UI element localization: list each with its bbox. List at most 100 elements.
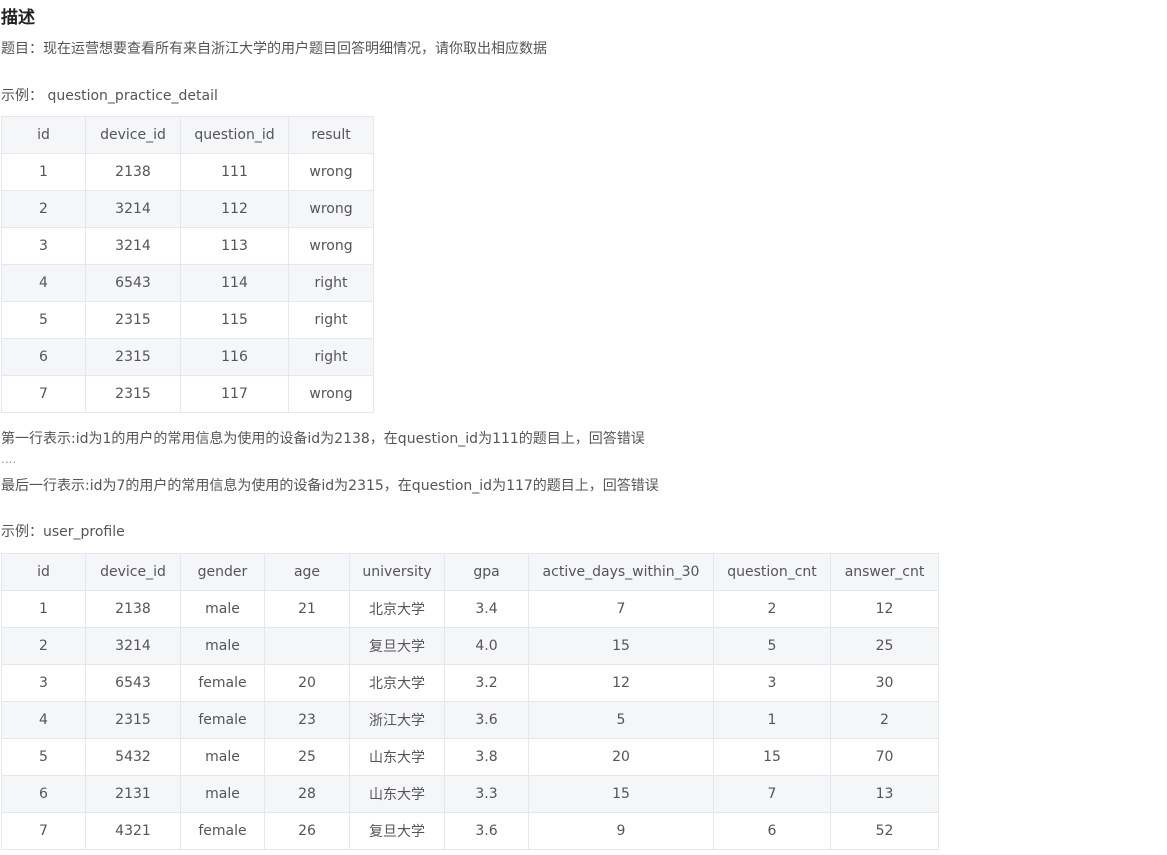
table-cell: 7 xyxy=(1,812,86,850)
table-cell: male xyxy=(180,627,265,665)
table-cell: male xyxy=(180,590,265,628)
table-cell: wrong xyxy=(288,375,374,413)
note-ellipsis: .... xyxy=(1,452,17,466)
table-row: 6 2315 116 right xyxy=(1,338,374,376)
table-cell: 112 xyxy=(180,190,289,228)
table-cell: 3 xyxy=(713,664,831,702)
user-profile-table: id device_id gender age university gpa a… xyxy=(1,553,939,850)
column-header: active_days_within_30 xyxy=(528,553,714,591)
table-row: 7 4321 female 26 复旦大学 3.6 9 6 52 xyxy=(1,812,939,850)
table-cell: 9 xyxy=(528,812,714,850)
table-cell: 20 xyxy=(528,738,714,776)
table-cell: 2 xyxy=(830,701,939,739)
table-cell: 5 xyxy=(1,738,86,776)
column-header: question_cnt xyxy=(713,553,831,591)
table-cell: 4.0 xyxy=(444,627,529,665)
table-cell: 7 xyxy=(713,775,831,813)
table-cell: 5 xyxy=(1,301,86,339)
table-cell: 20 xyxy=(264,664,350,702)
table-cell: wrong xyxy=(288,190,374,228)
table-cell: 复旦大学 xyxy=(349,627,445,665)
table-cell: 26 xyxy=(264,812,350,850)
table-row: 1 2138 male 21 北京大学 3.4 7 2 12 xyxy=(1,590,939,628)
table-cell: 北京大学 xyxy=(349,590,445,628)
table-cell: female xyxy=(180,812,265,850)
table-row: 4 6543 114 right xyxy=(1,264,374,302)
table-row: 4 2315 female 23 浙江大学 3.6 5 1 2 xyxy=(1,701,939,739)
table-cell: 2315 xyxy=(85,375,181,413)
table-cell: 70 xyxy=(830,738,939,776)
table-cell: 2 xyxy=(1,627,86,665)
table-cell: 4321 xyxy=(85,812,181,850)
table-header-row: id device_id question_id result xyxy=(1,116,374,154)
table-cell: 2138 xyxy=(85,153,181,191)
column-header: device_id xyxy=(85,116,181,154)
column-header: age xyxy=(264,553,350,591)
table-cell: 12 xyxy=(830,590,939,628)
table-cell: 3.6 xyxy=(444,701,529,739)
table-cell: 3 xyxy=(1,664,86,702)
table-cell: 5 xyxy=(713,627,831,665)
table-cell: 5 xyxy=(528,701,714,739)
table-cell: 3.3 xyxy=(444,775,529,813)
table-cell: 2 xyxy=(1,190,86,228)
table-row: 5 5432 male 25 山东大学 3.8 20 15 70 xyxy=(1,738,939,776)
example-label-question-practice-detail: 示例： question_practice_detail xyxy=(1,88,218,104)
table-cell: 6543 xyxy=(85,264,181,302)
note-last-row: 最后一行表示:id为7的用户的常用信息为使用的设备id为2315，在questi… xyxy=(1,478,659,494)
table-cell: 28 xyxy=(264,775,350,813)
table-cell: 2 xyxy=(713,590,831,628)
table-cell: 113 xyxy=(180,227,289,265)
column-header: gender xyxy=(180,553,265,591)
table-cell xyxy=(264,627,350,665)
table-cell: 12 xyxy=(528,664,714,702)
table-cell: 21 xyxy=(264,590,350,628)
table-cell: 2315 xyxy=(85,301,181,339)
table-cell: right xyxy=(288,264,374,302)
table-cell: 25 xyxy=(830,627,939,665)
table-cell: 23 xyxy=(264,701,350,739)
table-row: 7 2315 117 wrong xyxy=(1,375,374,413)
table-row: 3 3214 113 wrong xyxy=(1,227,374,265)
table-cell: 3.2 xyxy=(444,664,529,702)
table-row: 1 2138 111 wrong xyxy=(1,153,374,191)
table-cell: 3.4 xyxy=(444,590,529,628)
column-header: device_id xyxy=(85,553,181,591)
table-cell: 山东大学 xyxy=(349,775,445,813)
table-cell: 3214 xyxy=(85,190,181,228)
table-cell: 115 xyxy=(180,301,289,339)
table-cell: 4 xyxy=(1,701,86,739)
table-cell: 30 xyxy=(830,664,939,702)
table-cell: 2131 xyxy=(85,775,181,813)
table-cell: wrong xyxy=(288,153,374,191)
column-header: answer_cnt xyxy=(830,553,939,591)
table-cell: 山东大学 xyxy=(349,738,445,776)
column-header: id xyxy=(1,116,86,154)
table-cell: wrong xyxy=(288,227,374,265)
table-cell: 13 xyxy=(830,775,939,813)
table-cell: female xyxy=(180,664,265,702)
question-practice-detail-table: id device_id question_id result 1 2138 1… xyxy=(1,116,374,413)
table-cell: 116 xyxy=(180,338,289,376)
table-cell: 3.8 xyxy=(444,738,529,776)
table-cell: 6 xyxy=(713,812,831,850)
column-header: gpa xyxy=(444,553,529,591)
table-row: 6 2131 male 28 山东大学 3.3 15 7 13 xyxy=(1,775,939,813)
table-cell: male xyxy=(180,738,265,776)
column-header: question_id xyxy=(180,116,289,154)
table-cell: right xyxy=(288,338,374,376)
table-cell: 1 xyxy=(1,153,86,191)
table-cell: 北京大学 xyxy=(349,664,445,702)
note-first-row: 第一行表示:id为1的用户的常用信息为使用的设备id为2138，在questio… xyxy=(1,431,645,447)
table-cell: 3214 xyxy=(85,227,181,265)
table-cell: 15 xyxy=(528,775,714,813)
page-title: 描述 xyxy=(1,8,35,28)
table-cell: 6543 xyxy=(85,664,181,702)
column-header: result xyxy=(288,116,374,154)
column-header: university xyxy=(349,553,445,591)
table-row: 5 2315 115 right xyxy=(1,301,374,339)
table-cell: 6 xyxy=(1,775,86,813)
table-row: 3 6543 female 20 北京大学 3.2 12 3 30 xyxy=(1,664,939,702)
table-header-row: id device_id gender age university gpa a… xyxy=(1,553,939,591)
table-cell: 3.6 xyxy=(444,812,529,850)
